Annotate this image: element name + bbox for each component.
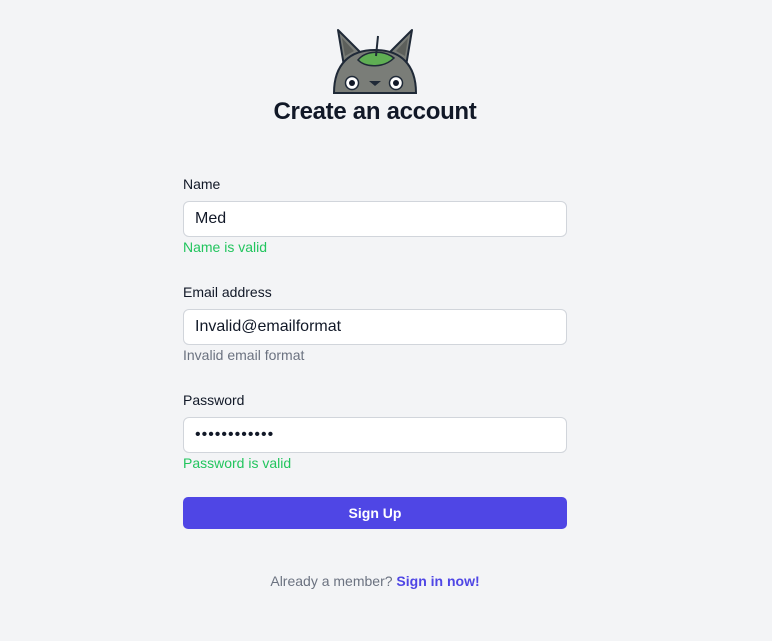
password-label: Password: [183, 392, 245, 408]
totoro-logo-icon: [332, 29, 418, 94]
sign-in-link[interactable]: Sign in now!: [396, 573, 479, 589]
name-input[interactable]: [183, 201, 567, 237]
password-helper-text: Password is valid: [183, 455, 292, 471]
password-input[interactable]: [183, 417, 567, 453]
page-title: Create an account: [273, 98, 477, 125]
email-helper-text: Invalid email format: [183, 347, 305, 363]
email-label: Email address: [183, 284, 272, 300]
name-helper-text: Name is valid: [183, 239, 268, 255]
signin-prompt-text: Already a member?: [270, 573, 397, 589]
sign-up-button[interactable]: Sign Up: [183, 497, 567, 529]
email-input[interactable]: [183, 309, 567, 345]
name-label: Name: [183, 176, 221, 192]
signin-prompt: Already a member? Sign in now!: [0, 573, 750, 589]
